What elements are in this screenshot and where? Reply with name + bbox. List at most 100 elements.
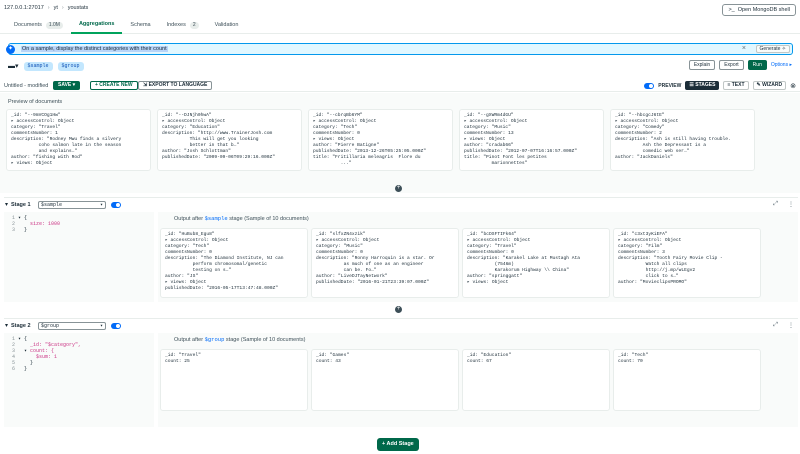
stage-output: Output after $group stage (Sample of 10 …: [158, 333, 798, 427]
document-card[interactable]: _id: "--cbrqBb6YM" ▸ accessControl: Objec…: [308, 109, 453, 171]
export-to-language-button[interactable]: ⇲ EXPORT TO LANGUAGE: [138, 81, 213, 90]
close-icon[interactable]: ×: [742, 45, 746, 52]
stage-enable-toggle[interactable]: [111, 202, 121, 208]
output-operator: $sample: [204, 215, 228, 222]
document-field: count: 25: [165, 359, 190, 364]
create-new-button[interactable]: + CREATE NEW: [90, 81, 138, 90]
sparkle-icon: ✧: [781, 46, 786, 52]
code-text: size: 1000: [30, 221, 61, 227]
document-card[interactable]: _id: "Tech" count: 70: [613, 349, 761, 411]
chevron-down-icon[interactable]: ▾: [5, 322, 8, 329]
document-card[interactable]: _id: "c3xt3yKiEFA" ▸ accessControl: Objec…: [613, 228, 761, 298]
ai-query-bar: ✦ On a sample, display the distinct cate…: [6, 43, 793, 55]
stage-operator-select[interactable]: $group: [38, 322, 106, 330]
document-card[interactable]: _id: "slfxZN4xzik" ▸ accessControl: Objec…: [311, 228, 459, 298]
document-field: ▸ views: Object: [11, 161, 53, 166]
stage-code-editor[interactable]: 1 ▾ {2 _id: "$category", 3 ▾ count: {4 $su…: [4, 333, 154, 427]
expand-icon[interactable]: ⤢: [773, 201, 778, 208]
export-button[interactable]: Export: [719, 60, 744, 70]
options-link[interactable]: Options ▸: [771, 62, 792, 68]
open-shell-button[interactable]: >_ Open MongoDB shell: [722, 4, 796, 16]
save-button[interactable]: SAVE ▾: [53, 81, 81, 90]
document-card[interactable]: _id: "Education" count: 67: [462, 349, 610, 411]
breadcrumb: 127.0.0.1:27017 › yt › youstats: [4, 5, 88, 11]
tab-schema[interactable]: Schema: [122, 17, 158, 34]
terminal-icon: >_: [728, 7, 735, 13]
indexes-count-badge: 2: [189, 22, 199, 29]
tab-label: Indexes: [166, 22, 186, 28]
output-prefix: Output after: [174, 337, 204, 343]
preview-toggle[interactable]: [644, 82, 655, 89]
stage-header: ▾ Stage 2 $group ⤢ ⋮: [4, 319, 798, 333]
stage-output: Output after $sample stage (Sample of 10…: [158, 212, 798, 302]
documents-count-badge: 1.0M: [45, 22, 63, 29]
add-stage-plus-icon[interactable]: +: [395, 185, 402, 192]
settings-icon[interactable]: ⊗: [790, 82, 796, 90]
text-view-button[interactable]: ≡ TEXT: [723, 81, 749, 90]
breadcrumb-db[interactable]: yt: [54, 5, 58, 11]
document-field: ...": [313, 161, 352, 166]
stage-title: Stage 2: [11, 323, 31, 329]
add-stage-label: Add Stage: [386, 441, 414, 447]
output-prefix: Output after: [174, 216, 204, 222]
stage-header: ▾ Stage 1 $sample ⤢ ⋮: [4, 198, 798, 212]
stage-chip-sample[interactable]: $sample: [23, 61, 53, 71]
collection-tabs: Documents 1.0M Aggregations Schema Index…: [6, 17, 246, 34]
more-icon[interactable]: ⋮: [788, 322, 794, 329]
tab-indexes[interactable]: Indexes 2: [159, 17, 207, 34]
document-field: ▸ views: Object: [467, 280, 509, 285]
tab-validation[interactable]: Validation: [207, 17, 247, 34]
code-punct: }: [18, 227, 28, 233]
document-card[interactable]: _id: "--hbcgcJ6tE" ▸ accessControl: Objec…: [610, 109, 755, 171]
document-field: author: "JackDaniels": [615, 155, 673, 160]
export-to-language-label: EXPORT TO LANGUAGE: [148, 82, 208, 88]
document-card[interactable]: _id: "--DJNjh0hwA" ▸ accessControl: Objec…: [157, 109, 302, 171]
view-switcher: PREVIEW ☰ STAGES ≡ TEXT ✎ WIZARD ⊗: [644, 81, 796, 90]
stage-chip-group[interactable]: $group: [57, 61, 84, 71]
line-number: 3: [12, 227, 16, 233]
folder-icon[interactable]: ▬▾: [8, 62, 19, 70]
breadcrumb-collection: youstats: [67, 5, 89, 11]
generate-button[interactable]: Generate ✧: [755, 45, 790, 53]
breadcrumb-separator: ›: [61, 5, 64, 11]
document-card[interactable]: _id: "--9mVCOg1Hw" ▸ accessControl: Objec…: [6, 109, 151, 171]
output-suffix: stage (Sample of 10 documents): [225, 337, 306, 343]
tab-aggregations[interactable]: Aggregations: [70, 17, 123, 34]
add-stage-plus-icon[interactable]: +: [395, 306, 402, 313]
wizard-button[interactable]: ✎ WIZARD: [752, 81, 787, 90]
stage-1-card: ▾ Stage 1 $sample ⤢ ⋮ 1▾ {2 size: 10003 …: [4, 197, 798, 305]
breadcrumb-separator: ›: [47, 5, 50, 11]
wizard-label: WIZARD: [762, 82, 783, 88]
stage-code-editor[interactable]: 1 ▾ {2 size: 1000 3 }: [4, 212, 154, 302]
document-field: publishedDate: "2009-09-06T09:29:16.000Z…: [162, 155, 276, 160]
stages-view-button[interactable]: ☰ STAGES: [685, 81, 720, 90]
expand-icon[interactable]: ⤢: [773, 322, 778, 329]
document-card[interactable]: _id: "bcDSFTIFk64" ▸ accessControl: Objec…: [462, 228, 610, 298]
tab-label: Documents: [14, 22, 42, 28]
text-label: TEXT: [731, 82, 745, 88]
preview-label: PREVIEW: [658, 82, 682, 89]
stage-enable-toggle[interactable]: [111, 323, 121, 329]
tab-label: Validation: [214, 22, 239, 28]
document-field: author: "MovieclipsPROMO": [618, 280, 687, 285]
stage-operator-select[interactable]: $sample: [38, 201, 106, 209]
stage-2-card: ▾ Stage 2 $group ⤢ ⋮ 1▾ {2 _id: "$catego…: [4, 318, 798, 428]
document-card[interactable]: _id: "HuBub8_Egu8" ▸ accessControl: Objec…: [160, 228, 308, 298]
document-card[interactable]: _id: "Games" count: 43: [311, 349, 459, 411]
more-icon[interactable]: ⋮: [788, 201, 794, 208]
chevron-down-icon[interactable]: ▾: [5, 201, 8, 208]
document-card[interactable]: _id: "Travel" count: 25: [160, 349, 308, 411]
preview-label: Preview of documents: [8, 99, 63, 105]
document-card[interactable]: _id: "--gXWRm4dGU" ▸ accessControl: Objec…: [459, 109, 604, 171]
explain-button[interactable]: Explain: [688, 60, 716, 70]
pipeline-name: Untitled - modified: [4, 83, 49, 89]
run-button[interactable]: Run: [747, 60, 767, 70]
add-stage-button[interactable]: + Add Stage: [377, 438, 419, 451]
ai-assistant-icon[interactable]: ✦: [6, 45, 15, 54]
document-field: count: 67: [467, 359, 492, 364]
breadcrumb-host[interactable]: 127.0.0.1:27017: [4, 5, 44, 11]
ai-query-input[interactable]: On a sample, display the distinct catego…: [21, 46, 168, 52]
tab-documents[interactable]: Documents 1.0M: [6, 17, 71, 34]
generate-label: Generate: [759, 46, 781, 52]
document-field: count: 70: [618, 359, 643, 364]
